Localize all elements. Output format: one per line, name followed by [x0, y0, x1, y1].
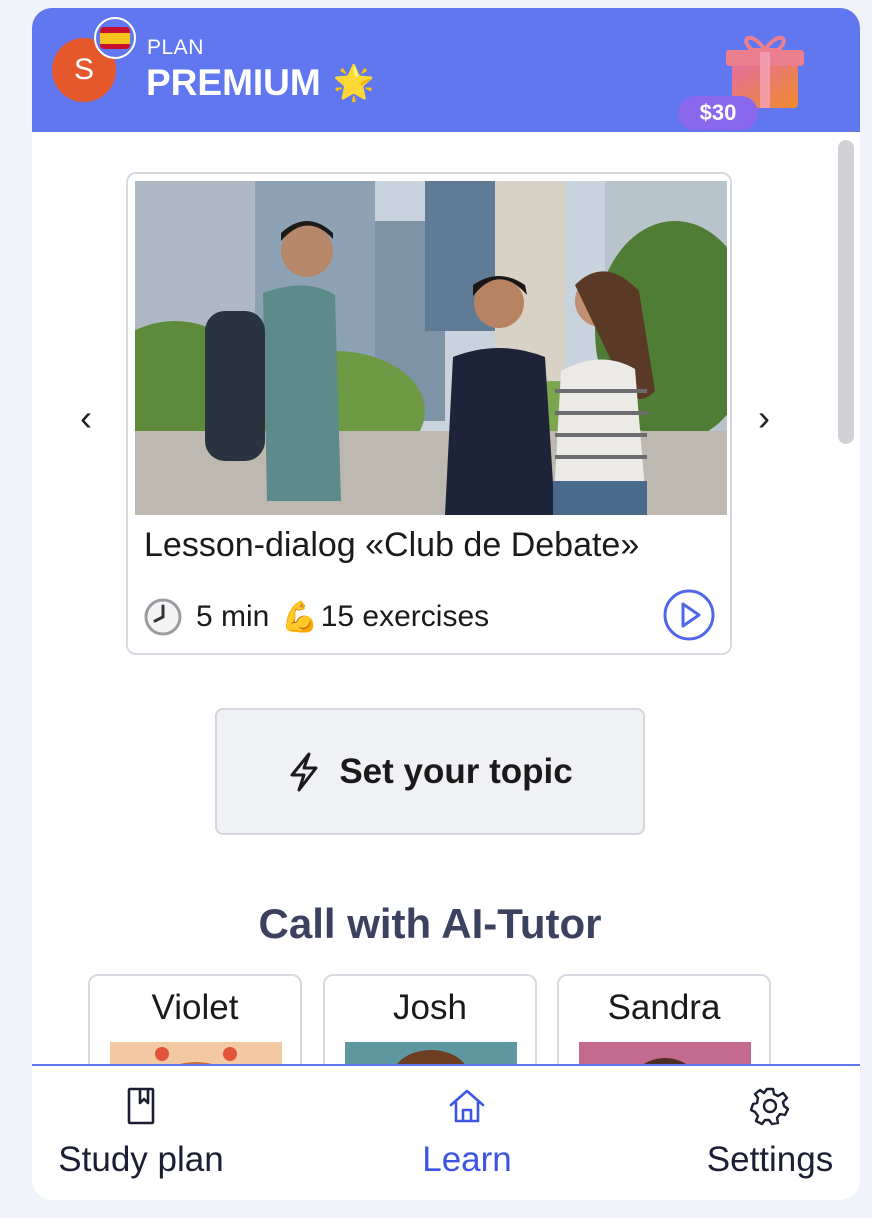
tutor-name: Violet: [151, 988, 239, 1027]
lesson-title: Lesson-dialog «Club de Debate»: [144, 526, 640, 564]
tutor-name: Sandra: [607, 988, 721, 1027]
plan-header: S PLAN PREMIUM 🌟 $30: [32, 8, 860, 132]
plan-name-text: PREMIUM: [146, 62, 321, 103]
carousel-prev-button[interactable]: ‹: [80, 400, 92, 436]
nav-settings[interactable]: Settings: [698, 1066, 842, 1180]
tutors-section-title: Call with AI-Tutor: [258, 900, 602, 947]
play-icon[interactable]: [662, 588, 716, 642]
carousel-next-button[interactable]: ›: [758, 400, 770, 436]
plan-label: PLAN: [147, 36, 204, 59]
lesson-card[interactable]: Lesson-dialog «Club de Debate» 5 min 💪 1…: [126, 172, 732, 655]
avatar-letter: S: [73, 53, 94, 86]
set-topic-label: Set your topic: [339, 751, 573, 791]
nav-settings-label: Settings: [706, 1140, 834, 1179]
gear-icon: [750, 1087, 790, 1126]
app-window: S PLAN PREMIUM 🌟 $30 ‹ › Lesson-dialog «…: [32, 8, 860, 1200]
lesson-meta: 5 min 💪 15 exercises: [144, 598, 489, 636]
nav-learn-label: Learn: [422, 1140, 512, 1179]
lightning-icon: [290, 752, 318, 791]
flexed-biceps-icon: 💪: [281, 600, 319, 634]
sparkle-star-icon: 🌟: [332, 64, 376, 102]
bookmark-book-icon: [127, 1087, 155, 1125]
nav-study-plan[interactable]: Study plan: [50, 1066, 232, 1180]
gift-price-badge[interactable]: $30: [678, 96, 758, 130]
lesson-duration: 5 min: [196, 600, 270, 633]
nav-learn[interactable]: Learn: [402, 1066, 532, 1180]
lesson-photo: [135, 181, 727, 515]
clock-icon: [144, 598, 182, 636]
bottom-navigation: Study plan Learn Settings: [32, 1064, 860, 1200]
tutor-name: Josh: [393, 988, 467, 1027]
home-icon: [449, 1089, 485, 1123]
set-topic-button[interactable]: Set your topic: [215, 708, 645, 835]
lesson-exercises: 15 exercises: [320, 600, 490, 633]
plan-name: PREMIUM 🌟: [146, 62, 375, 104]
scrollbar-thumb[interactable]: [838, 140, 854, 444]
nav-study-plan-label: Study plan: [58, 1140, 224, 1179]
spanish-flag-icon[interactable]: [94, 17, 136, 59]
